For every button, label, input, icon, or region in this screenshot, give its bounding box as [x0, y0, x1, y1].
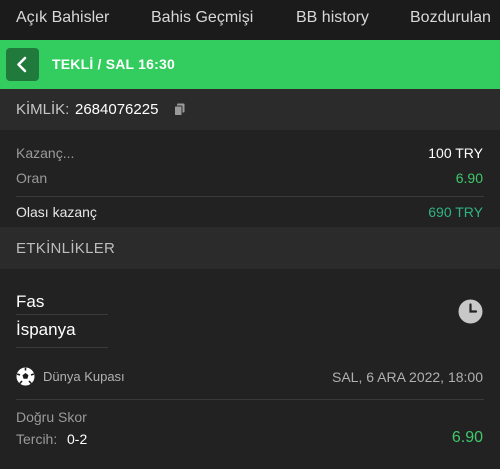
events-title: ETKİNLİKLER: [16, 240, 116, 257]
tab-bet-history[interactable]: Bahis Geçmişi: [151, 9, 253, 27]
copy-icon[interactable]: [174, 103, 185, 116]
tab-cashed-out[interactable]: Bozdurulan: [410, 9, 491, 27]
event-card: Fas İspanya Dünya Kupası SAL, 6 ARA 2022…: [0, 269, 500, 469]
pick-label: Tercih:: [16, 431, 58, 447]
tab-open-bets[interactable]: Açık Bahisler: [16, 9, 109, 27]
bet-summary: Kazanç... 100 TRY Oran 6.90 Olası kazanç…: [0, 130, 500, 227]
competition-name: Dünya Kupası: [43, 369, 125, 384]
bet-type-title: TEKLİ / SAL 16:30: [52, 56, 175, 72]
bet-tabs: Açık Bahisler Bahis Geçmişi BB history B…: [0, 0, 500, 38]
stake-label: Kazanç...: [16, 145, 75, 161]
event-date: SAL, 6 ARA 2022, 18:00: [331, 369, 483, 385]
away-team: İspanya: [16, 320, 76, 339]
soccer-ball-icon: [16, 367, 35, 386]
back-button[interactable]: [6, 48, 39, 81]
events-section-header: ETKİNLİKLER: [0, 227, 500, 269]
bet-header: TEKLİ / SAL 16:30: [0, 40, 500, 89]
bet-id-value: 2684076225: [75, 101, 159, 118]
bet-id-row: KİMLİK: 2684076225: [0, 89, 500, 130]
potential-win-label: Olası kazanç: [16, 204, 97, 220]
bet-id-label: KİMLİK:: [16, 101, 70, 118]
stake-value: 100 TRY: [428, 145, 483, 161]
market-name: Doğru Skor: [16, 409, 87, 425]
pick-odds: 6.90: [451, 429, 483, 446]
clock-icon: [458, 299, 483, 324]
team-divider: [16, 347, 108, 348]
potential-win-value: 690 TRY: [428, 204, 483, 220]
pick-value: 0-2: [67, 431, 88, 447]
odds-label: Oran: [16, 170, 48, 186]
odds-value: 6.90: [455, 170, 483, 186]
tab-bb-history[interactable]: BB history: [296, 9, 369, 27]
chevron-left-icon: [17, 56, 27, 73]
home-team: Fas: [16, 292, 45, 311]
event-divider: [16, 399, 484, 400]
summary-divider: [16, 196, 484, 197]
team-divider: [16, 314, 108, 315]
